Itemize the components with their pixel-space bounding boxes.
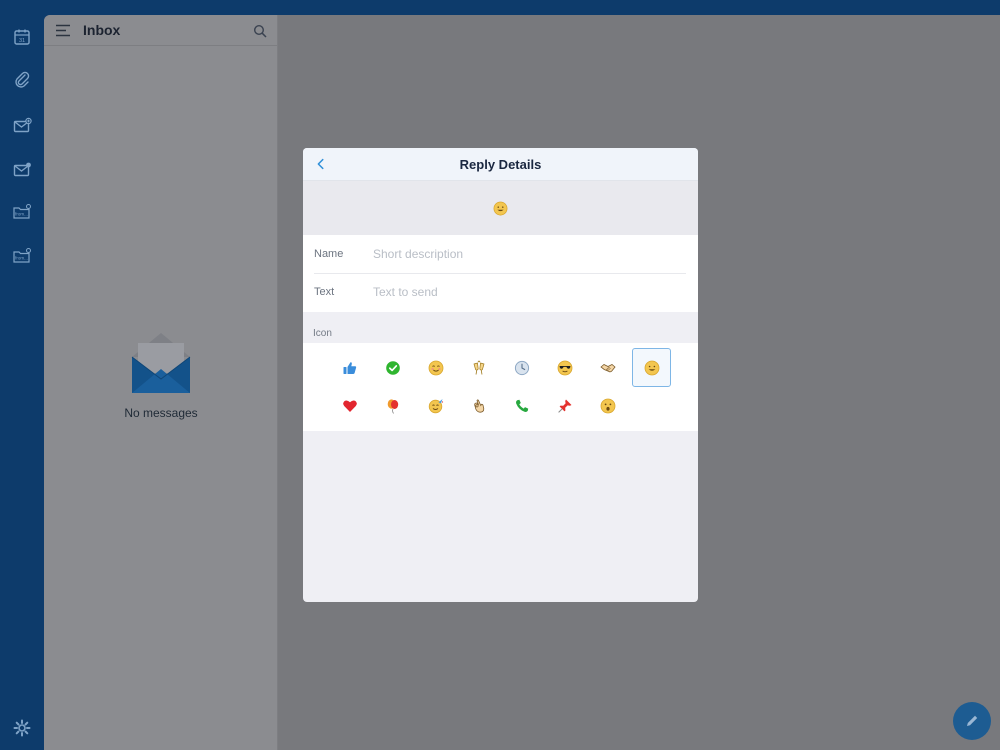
empty-envelope-icon [131,333,191,393]
clock-icon[interactable] [503,349,541,387]
folder-from-label: from... [15,256,28,261]
mail-notify-icon[interactable] [8,156,36,184]
party-icon[interactable] [417,387,455,425]
menu-icon[interactable] [56,24,72,37]
reply-form: Name Short description Text Text to send [303,235,698,312]
selected-icon-preview [303,181,698,235]
reply-details-modal: Reply Details Name Short description Tex… [303,148,698,602]
compose-button[interactable] [953,702,991,740]
folder-from-icon[interactable]: from... [8,242,36,270]
pencil-icon [967,715,978,726]
surprised-icon[interactable] [589,387,627,425]
smile-icon [644,360,659,375]
handshake-icon[interactable] [589,349,627,387]
top-bar [0,0,1000,15]
name-field-row[interactable]: Name Short description [303,235,698,273]
modal-title: Reply Details [459,157,542,172]
phone-icon[interactable] [503,387,541,425]
calendar-date-label: 31 [19,38,25,44]
balloon-icon[interactable] [374,387,412,425]
heart-icon[interactable] [331,387,369,425]
text-field-row[interactable]: Text Text to send [303,273,698,311]
sunglasses-icon[interactable] [546,349,584,387]
cheers-icon[interactable] [460,349,498,387]
search-icon[interactable] [253,24,267,38]
name-input[interactable]: Short description [373,247,463,261]
ok-hand-icon[interactable] [460,387,498,425]
icon-section-label: Icon [313,328,332,339]
settings-icon[interactable] [8,714,36,742]
pin-icon[interactable] [546,387,584,425]
calendar-icon[interactable]: 31 [8,23,36,51]
mail-add-icon[interactable] [8,112,36,140]
text-label: Text [314,286,335,298]
check-circle-icon[interactable] [374,349,412,387]
folder-from-icon[interactable]: from... [8,198,36,226]
folder-from-label: from... [15,212,28,217]
list-header: Inbox [44,15,278,46]
name-label: Name [314,248,344,260]
icon-picker-grid [303,343,698,431]
left-rail: 31 from... from... [0,0,44,750]
smile-icon [493,201,508,215]
message-list-pane: Inbox No messages [44,15,278,750]
smile-icon-option-selected[interactable] [632,348,671,387]
empty-state-text: No messages [124,406,198,420]
modal-header: Reply Details [303,148,698,181]
list-title: Inbox [83,22,121,38]
attachment-icon[interactable] [8,66,36,94]
blush-icon[interactable] [417,349,455,387]
text-input[interactable]: Text to send [373,285,438,299]
thumbs-up-icon[interactable] [331,349,369,387]
